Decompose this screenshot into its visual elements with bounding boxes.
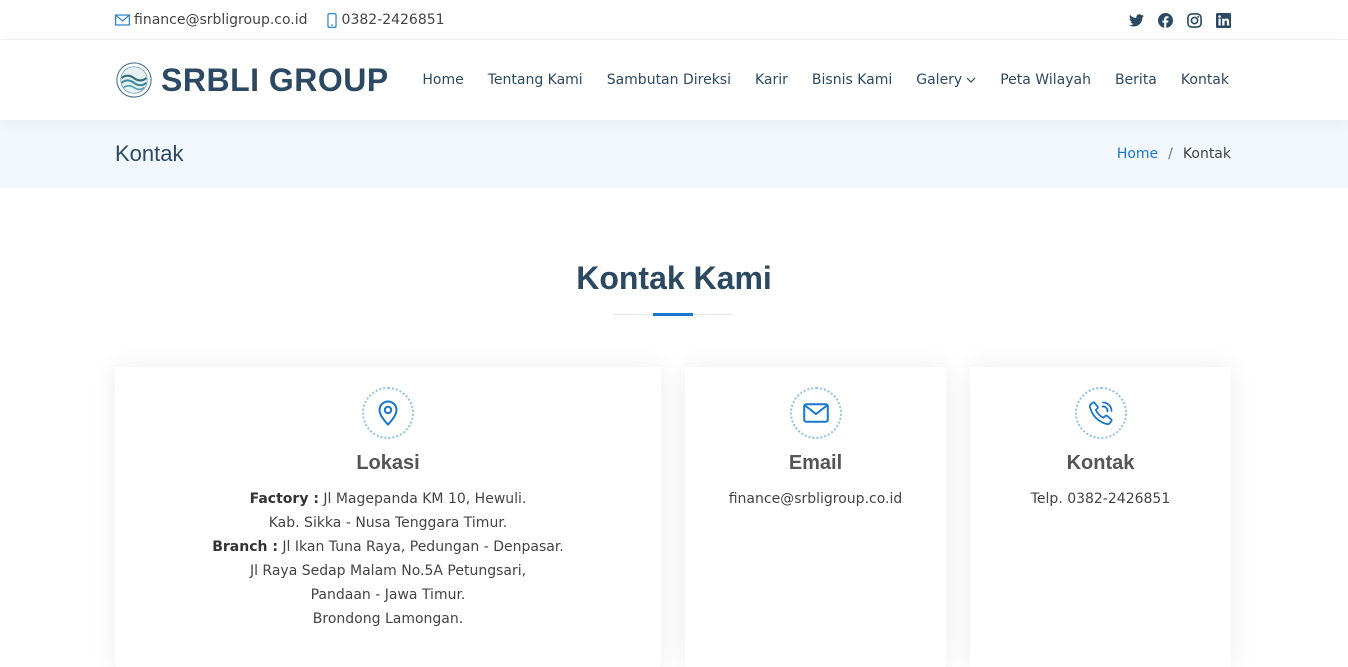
icon-ring [789,387,842,439]
nav-label: Sambutan Direksi [606,72,731,88]
icon-ring [1074,387,1127,439]
breadcrumb-separator: / [1168,146,1173,162]
card-title: Lokasi [356,452,420,474]
nav-label: Home [422,72,464,88]
nav-label: Kontak [1180,72,1229,88]
section-title: Kontak Kami [0,256,1348,300]
main-nav: Home Tentang Kami Sambutan Direksi Karir… [398,40,1229,120]
facebook-icon[interactable] [1158,12,1173,28]
nav-item-home[interactable]: Home [422,72,463,88]
nav-item-karir[interactable]: Karir [755,72,788,88]
card-email: Email finance@srbligroup.co.id [685,367,946,667]
instagram-icon[interactable] [1187,12,1202,28]
branch-label: Branch : [212,539,278,555]
section-heading: Kontak Kami [576,260,772,296]
nav-item-sambutan-direksi[interactable]: Sambutan Direksi [607,72,731,88]
phone-icon [326,12,337,28]
branch-line-3: Pandaan - Jawa Timur. [310,587,466,603]
nav-label: Berita [1114,72,1157,88]
top-contact-info: finance@srbligroup.co.id 0382-2426851 [115,0,463,40]
top-bar: finance@srbligroup.co.id 0382-2426851 [0,0,1348,40]
nav-item-tentang-kami[interactable]: Tentang Kami [488,72,583,88]
top-email[interactable]: finance@srbligroup.co.id [115,12,308,28]
top-phone[interactable]: 0382-2426851 [326,12,445,28]
icon-ring [362,387,414,439]
envelope-icon [802,403,829,423]
top-phone-text: 0382-2426851 [341,12,445,28]
nav-item-berita[interactable]: Berita [1115,72,1157,88]
kontak-value[interactable]: Telp. 0382-2426851 [970,487,1231,511]
factory-line-1: Jl Magepanda KM 10, Hewuli. [318,491,527,507]
nav-item-bisnis-kami[interactable]: Bisnis Kami [812,72,892,88]
factory-label: Factory : [249,491,319,507]
chevron-down-icon [966,77,976,83]
logo[interactable]: SRBLI GROUP [115,60,389,100]
lokasi-address: Factory : Jl Magepanda KM 10, Hewuli. Ka… [115,487,661,631]
card-title: Kontak [1066,452,1135,474]
nav-item-galery[interactable]: Galery [916,72,976,88]
breadcrumb-trail: Home / Kontak [1117,120,1231,188]
phone-call-icon [1088,401,1113,426]
card-title: Email [788,452,843,474]
nav-label: Bisnis Kami [811,72,893,88]
card-kontak: Kontak Telp. 0382-2426851 [970,367,1231,667]
linkedin-icon[interactable] [1216,12,1231,28]
card-lokasi: Lokasi Factory : Jl Magepanda KM 10, Hew… [115,367,661,667]
logo-text: SRBLI GROUP [161,61,389,98]
envelope-icon [115,14,130,26]
branch-line-4: Brondong Lamongan. [312,611,464,627]
nav-label: Peta Wilayah [1000,72,1091,88]
branch-line-2: Jl Raya Sedap Malam No.5A Petungsari, [249,563,527,579]
breadcrumb-current: Kontak [1182,146,1231,162]
factory-line-2: Kab. Sikka - Nusa Tenggara Timur. [268,515,508,531]
map-pin-icon [378,400,398,426]
nav-label: Karir [754,72,788,88]
title-divider-accent [653,313,693,316]
branch-line-1: Jl Ikan Tuna Raya, Pedungan - Denpasar. [277,539,564,555]
social-links [1115,0,1231,40]
top-email-text: finance@srbligroup.co.id [134,12,308,28]
nav-item-peta-wilayah[interactable]: Peta Wilayah [1000,72,1091,88]
email-value[interactable]: finance@srbligroup.co.id [685,487,946,511]
breadcrumb: Kontak Home / Kontak [0,120,1348,188]
site-header: SRBLI GROUP Home Tentang Kami Sambutan D… [0,40,1348,120]
nav-label: Galery [916,72,963,88]
nav-item-kontak[interactable]: Kontak [1181,72,1229,88]
breadcrumb-home-link[interactable]: Home [1117,146,1158,162]
logo-emblem-icon [116,62,152,98]
twitter-icon[interactable] [1129,13,1144,27]
nav-label: Tentang Kami [487,72,583,88]
page-title: Kontak [115,141,184,166]
